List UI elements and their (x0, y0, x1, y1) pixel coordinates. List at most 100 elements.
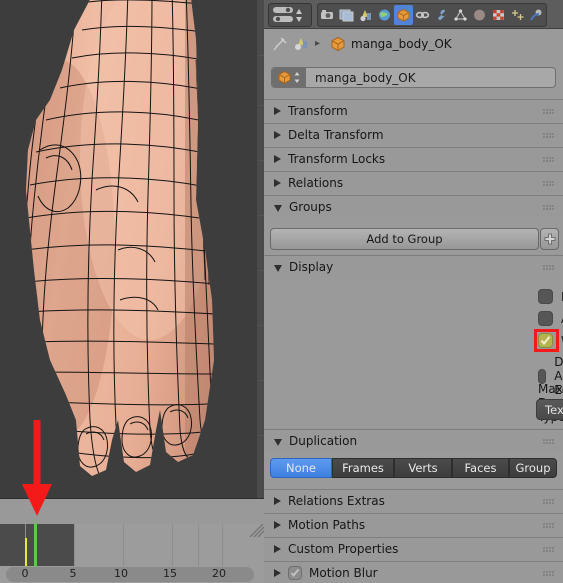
scene-icon[interactable] (292, 36, 311, 52)
chevron-right-icon (274, 569, 281, 577)
plus-icon[interactable] (540, 228, 559, 250)
physics-icon[interactable] (527, 5, 546, 25)
panel-title: Motion Paths (288, 518, 366, 532)
chevron-right-icon (274, 131, 281, 139)
option-label: None (285, 461, 316, 475)
pin-icon[interactable] (272, 36, 289, 52)
panel-header-relations[interactable]: Relations (264, 171, 563, 194)
properties-editor: ▸ manga_body_OK manga_body_OK Transform … (264, 0, 563, 583)
panel-title: Groups (289, 200, 332, 214)
option-label: Group (515, 461, 551, 475)
panel-header-custom-properties[interactable]: Custom Properties (264, 537, 563, 560)
panel-grip-icon[interactable] (543, 109, 554, 115)
add-to-group-label: Add to Group (366, 232, 443, 246)
properties-toolbar (264, 0, 563, 29)
panel-title: Delta Transform (288, 128, 384, 142)
duplication-option-none[interactable]: None (270, 458, 332, 478)
checkbox-motion-blur[interactable] (288, 566, 302, 580)
panel-grip-icon[interactable] (543, 499, 554, 505)
blender-window: 0 5 10 15 20 ▸ manga_body_OK manga_body_… (0, 0, 563, 583)
keyframe-marker[interactable] (25, 538, 27, 566)
panel-grip-icon[interactable] (543, 133, 554, 139)
panel-header-motion-paths[interactable]: Motion Paths (264, 513, 563, 536)
playhead[interactable] (34, 524, 37, 566)
option-label: Frames (342, 461, 384, 475)
panel-header-transform[interactable]: Transform (264, 99, 563, 122)
panel-title: Relations Extras (288, 494, 385, 508)
max-draw-type-dropdown[interactable]: Textured (536, 399, 563, 420)
panel-title: Transform (288, 104, 348, 118)
panel-header-transform-locks[interactable]: Transform Locks (264, 147, 563, 170)
modifiers-icon[interactable] (432, 5, 451, 25)
breadcrumb-separator: ▸ (315, 38, 321, 49)
object-data-icon[interactable] (451, 5, 470, 25)
panel-grip-icon[interactable] (543, 181, 554, 187)
groups-panel-body: Add to Group (264, 225, 563, 251)
render-icon[interactable] (318, 5, 337, 25)
panel-grip-icon[interactable] (543, 523, 554, 529)
world-icon[interactable] (375, 5, 394, 25)
timeline-tick-20: 20 (212, 567, 226, 580)
duplication-option-faces[interactable]: Faces (452, 458, 509, 478)
scene-icon[interactable] (356, 5, 375, 25)
object-cube-icon (272, 68, 306, 87)
breadcrumb-object-name[interactable]: manga_body_OK (351, 37, 452, 51)
panel-grip-icon[interactable] (543, 205, 554, 211)
panel-title: Relations (288, 176, 344, 190)
chevron-right-icon (274, 497, 281, 505)
panel-header-motion-blur[interactable]: Motion Blur (264, 561, 563, 583)
chevron-down-icon (274, 204, 282, 212)
duplication-option-group[interactable]: Group (509, 458, 557, 478)
area-resize-grip[interactable] (248, 524, 264, 538)
panel-header-duplication[interactable]: Duplication (264, 429, 563, 452)
texture-icon[interactable] (489, 5, 508, 25)
panel-grip-icon[interactable] (543, 265, 554, 271)
panel-grip-icon[interactable] (543, 547, 554, 553)
object-cube-icon (331, 36, 345, 51)
material-icon[interactable] (470, 5, 489, 25)
timeline-tick-10: 10 (114, 567, 128, 580)
breadcrumb: ▸ manga_body_OK (264, 29, 563, 58)
checkbox-axis[interactable]: Axis (538, 311, 563, 326)
red-arrow-annotation (22, 420, 52, 516)
panel-grip-icon[interactable] (543, 439, 554, 445)
panel-title: Custom Properties (288, 542, 399, 556)
chevron-right-icon (274, 107, 281, 115)
timeline-editor[interactable]: 0 5 10 15 20 (0, 524, 264, 583)
panel-title: Duplication (289, 434, 358, 448)
panel-title: Display (289, 260, 334, 274)
panel-title: Motion Blur (309, 566, 378, 580)
duplication-option-frames[interactable]: Frames (332, 458, 394, 478)
object-name-value: manga_body_OK (315, 70, 416, 85)
viewport-scroll-edge[interactable] (257, 0, 264, 498)
add-to-group-button[interactable]: Add to Group (270, 228, 539, 250)
panel-header-relations-extras[interactable]: Relations Extras (264, 489, 563, 512)
chevron-down-icon (274, 264, 282, 272)
object-icon[interactable] (394, 5, 413, 25)
panel-header-groups[interactable]: Groups (264, 195, 563, 218)
checkbox-box[interactable] (538, 289, 553, 304)
duplication-option-verts[interactable]: Verts (394, 458, 452, 478)
checkbox-name[interactable]: Name (538, 289, 563, 304)
editor-type-selector[interactable] (268, 3, 312, 27)
chevron-right-icon (274, 545, 281, 553)
particles-icon[interactable] (508, 5, 527, 25)
constraints-icon[interactable] (413, 5, 432, 25)
object-name-field[interactable]: manga_body_OK (271, 67, 556, 88)
option-label: Verts (408, 461, 438, 475)
checkbox-box[interactable] (538, 311, 553, 326)
browse-updown-icon[interactable] (293, 70, 301, 85)
chevron-down-icon (274, 438, 282, 446)
panel-grip-icon[interactable] (543, 157, 554, 163)
chevron-right-icon (274, 179, 281, 187)
duplication-option-row: None Frames Verts Faces Group (264, 456, 563, 482)
panel-header-delta-transform[interactable]: Delta Transform (264, 123, 563, 146)
timeline-tick-5: 5 (69, 567, 77, 580)
timeline-tick-0: 0 (21, 567, 29, 580)
wire-highlight-annotation (534, 329, 559, 352)
panel-header-display[interactable]: Display (264, 255, 563, 278)
panel-grip-icon[interactable] (543, 571, 554, 577)
scene-render-layers-icon[interactable] (337, 5, 356, 25)
chevron-right-icon (274, 155, 281, 163)
option-label: Faces (464, 461, 497, 475)
